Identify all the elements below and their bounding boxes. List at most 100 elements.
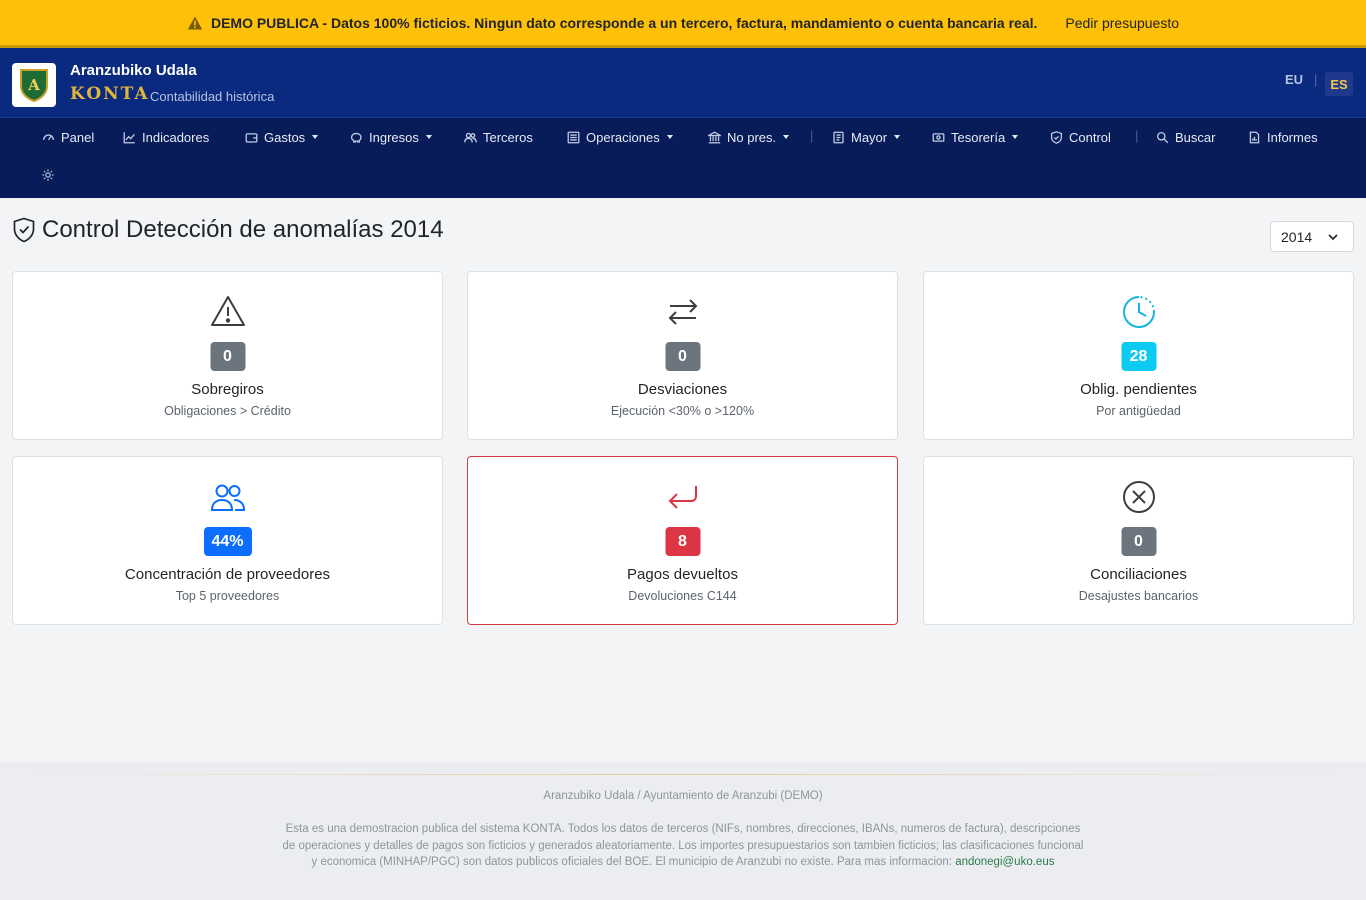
card-subtitle: Top 5 proveedores <box>175 589 280 603</box>
anomaly-count-badge: 0 <box>665 342 700 371</box>
piggy-bank-icon <box>350 132 362 143</box>
card-subtitle: Obligaciones > Crédito <box>164 404 291 418</box>
x-circle-icon <box>1122 481 1155 513</box>
brand-subtitle: Contabilidad histórica <box>150 89 275 104</box>
svg-text:A: A <box>27 76 40 94</box>
card-subtitle: Ejecución <30% o >120% <box>610 404 755 418</box>
anomaly-count-badge: 28 <box>1121 342 1156 371</box>
nav-terceros[interactable]: Terceros <box>464 128 533 146</box>
anomaly-count-badge: 8 <box>665 527 700 556</box>
language-eu-button[interactable]: EU <box>1285 72 1303 87</box>
shield-check-icon <box>13 217 35 243</box>
nav-indicadores[interactable]: Indicadores <box>123 128 209 146</box>
people-icon <box>210 484 245 511</box>
nav-tesoreria[interactable]: Tesorería <box>932 128 1019 146</box>
file-bar-chart-icon <box>1249 131 1260 143</box>
org-name[interactable]: Aranzubiko Udala <box>70 62 197 79</box>
page-title-text: Control Detección de anomalías 2014 <box>42 216 444 243</box>
search-icon <box>1156 131 1169 143</box>
swap-arrows-icon <box>668 299 697 325</box>
nav-gastos-label: Gastos <box>264 129 306 145</box>
cash-icon <box>932 132 945 142</box>
nav-informes-label: Informes <box>1267 129 1318 145</box>
chevron-down-icon <box>312 135 319 139</box>
list-icon <box>567 131 580 143</box>
card-title: Oblig. pendientes <box>1080 381 1197 398</box>
nav-ingresos-label: Ingresos <box>369 129 419 145</box>
contact-email-link[interactable]: andonegi@uko.eus <box>955 856 1054 868</box>
page-title: Control Detección de anomalías 2014 <box>12 216 444 244</box>
card-oblig-pendientes[interactable]: 28 Oblig. pendientes Por antigüedad <box>923 271 1354 440</box>
nav-operaciones-label: Operaciones <box>586 129 660 145</box>
footer-org: Aranzubiko Udala / Ayuntamiento de Aranz… <box>543 790 823 802</box>
bank-icon <box>708 130 721 143</box>
nav-control-label: Control <box>1069 129 1111 145</box>
card-title: Sobregiros <box>191 381 264 398</box>
nav-operaciones[interactable]: Operaciones <box>567 128 673 146</box>
card-conciliaciones[interactable]: 0 Conciliaciones Desajustes bancarios <box>923 456 1354 625</box>
chevron-down-icon <box>894 135 901 139</box>
brand-name: KONTA <box>70 84 150 104</box>
chevron-down-icon <box>1012 135 1019 139</box>
footer-disclaimer: Esta es una demostracion publica del sis… <box>280 821 1086 871</box>
nav-panel-label: Panel <box>61 129 95 145</box>
chevron-down-icon <box>1328 234 1338 241</box>
card-subtitle: Devoluciones C144 <box>628 589 737 603</box>
clock-history-icon <box>1122 296 1155 328</box>
nav-mayor-label: Mayor <box>851 129 888 145</box>
chevron-down-icon <box>783 135 790 139</box>
year-select[interactable]: 2014 <box>1270 221 1354 252</box>
gear-icon[interactable] <box>41 168 55 182</box>
nav-informes[interactable]: Informes <box>1248 128 1318 146</box>
footer-divider <box>30 774 1336 775</box>
nav-indicadores-label: Indicadores <box>142 129 210 145</box>
concentration-percent-badge: 44% <box>203 527 252 556</box>
nav-buscar[interactable]: Buscar <box>1156 128 1215 146</box>
nav-gastos[interactable]: Gastos <box>245 128 319 146</box>
warning-triangle-icon <box>187 16 203 29</box>
card-pagos-devueltos[interactable]: 8 Pagos devueltos Devoluciones C144 <box>467 456 898 625</box>
demo-banner: DEMO PUBLICA - Datos 100% ficticios. Nin… <box>0 0 1366 48</box>
journal-icon <box>833 131 844 143</box>
language-separator: | <box>1314 72 1318 87</box>
demo-banner-text: DEMO PUBLICA - Datos 100% ficticios. Nin… <box>210 14 1038 31</box>
nav-ingresos[interactable]: Ingresos <box>350 128 432 146</box>
anomaly-count-badge: 0 <box>210 342 245 371</box>
card-desviaciones[interactable]: 0 Desviaciones Ejecución <30% o >120% <box>467 271 898 440</box>
card-subtitle: Por antigüedad <box>1096 404 1181 418</box>
nav-separator: | <box>1135 128 1139 143</box>
municipality-logo[interactable]: A <box>12 63 56 107</box>
main-nav: Panel Indicadores Gastos Ingresos Tercer… <box>0 118 1366 198</box>
chevron-down-icon <box>425 135 432 139</box>
wallet-icon <box>245 132 258 143</box>
nav-no-pres-label: No pres. <box>727 129 777 145</box>
speedometer-icon <box>42 133 55 140</box>
shield-logo-icon: A <box>20 69 48 102</box>
language-es-button[interactable]: ES <box>1325 72 1353 96</box>
shield-check-icon <box>1050 130 1063 144</box>
anomaly-count-badge: 0 <box>1121 527 1156 556</box>
nav-control[interactable]: Control <box>1050 128 1111 146</box>
footer: Aranzubiko Udala / Ayuntamiento de Aranz… <box>0 762 1366 900</box>
card-title: Concentración de proveedores <box>124 566 331 583</box>
card-subtitle: Desajustes bancarios <box>1078 589 1199 603</box>
card-concentracion[interactable]: 44% Concentración de proveedores Top 5 p… <box>12 456 443 625</box>
graph-up-icon <box>123 131 135 143</box>
card-title: Conciliaciones <box>1090 566 1187 583</box>
nav-tesoreria-label: Tesorería <box>951 129 1006 145</box>
return-arrow-icon <box>668 486 697 509</box>
warning-icon <box>210 296 245 326</box>
request-quote-link[interactable]: Pedir presupuesto <box>1065 15 1179 31</box>
nav-separator: | <box>810 128 814 143</box>
nav-no-pres[interactable]: No pres. <box>708 128 790 146</box>
card-title: Pagos devueltos <box>627 566 738 583</box>
nav-panel[interactable]: Panel <box>42 128 94 146</box>
nav-buscar-label: Buscar <box>1175 129 1216 145</box>
card-sobregiros[interactable]: 0 Sobregiros Obligaciones > Crédito <box>12 271 443 440</box>
brand-bar: A Aranzubiko Udala KONTA Contabilidad hi… <box>0 48 1366 118</box>
chevron-down-icon <box>666 135 673 139</box>
nav-mayor[interactable]: Mayor <box>832 128 901 146</box>
people-icon <box>464 132 477 142</box>
card-title: Desviaciones <box>637 381 728 398</box>
year-select-value: 2014 <box>1281 228 1313 245</box>
